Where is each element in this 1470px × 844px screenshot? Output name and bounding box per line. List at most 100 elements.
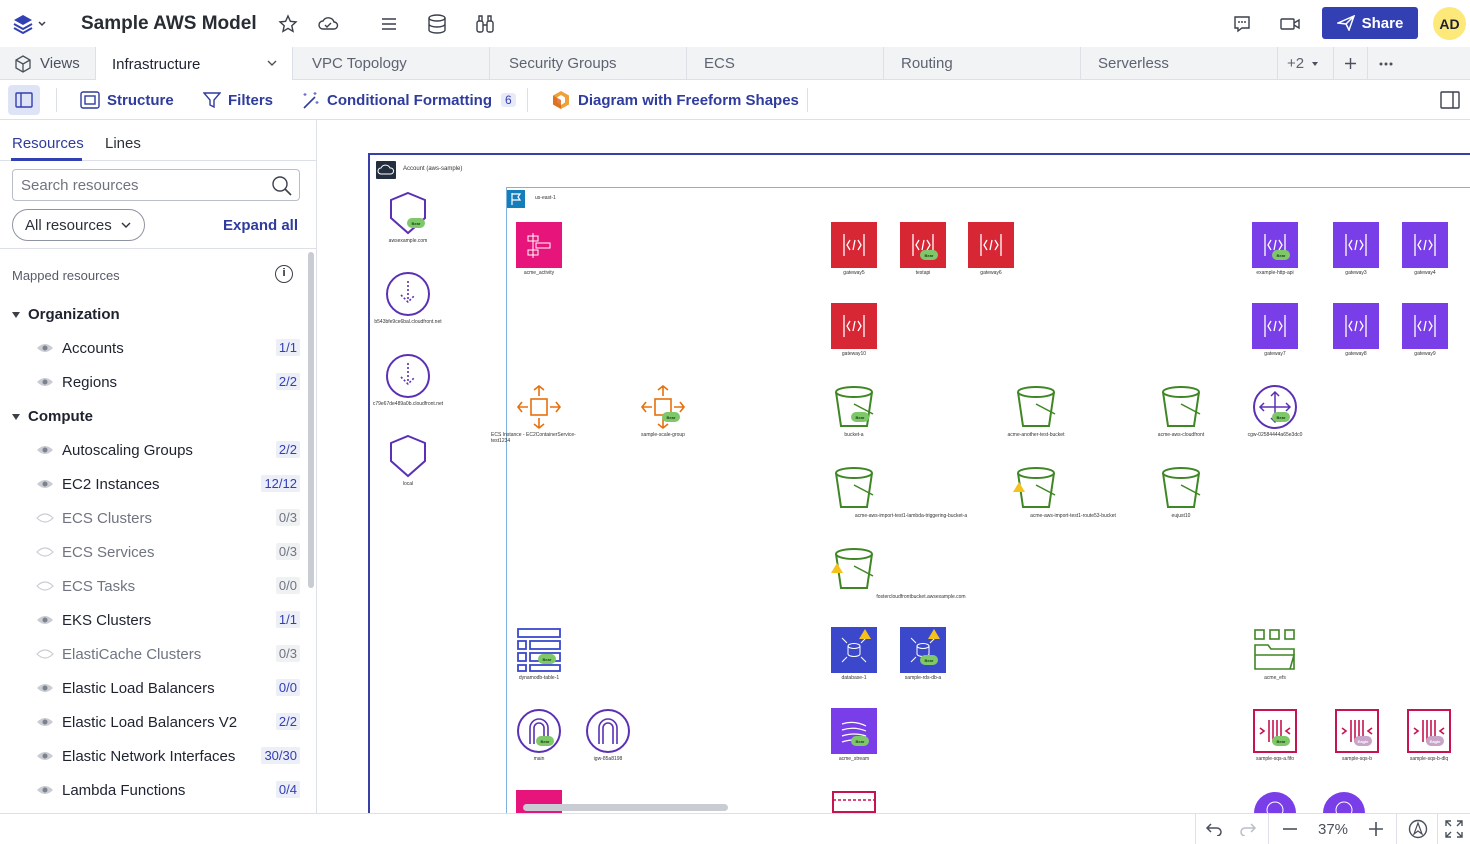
eye-icon[interactable] [36,478,54,490]
hamburger-menu-icon[interactable] [377,12,401,36]
tab-resources[interactable]: Resources [12,135,84,152]
api-gateway-node[interactable]: Bear testapi [900,222,946,276]
sidebar-toggle-button[interactable] [8,85,40,115]
redo-button[interactable] [1233,814,1263,844]
resource-row-ecs-tasks[interactable]: ECS Tasks 0/0 [36,575,300,597]
rds-instance-node[interactable]: Bear sample-rds-db-a [900,627,946,681]
eye-icon[interactable] [36,614,54,626]
api-gateway-v2-node[interactable]: gateway9 [1402,303,1448,357]
sidebar-scrollbar[interactable] [308,252,314,588]
resource-row-regions[interactable]: Regions 2/2 [36,371,300,393]
conditional-formatting-button[interactable]: Conditional Formatting 6 [300,80,516,120]
binoculars-icon[interactable] [473,12,497,36]
search-input[interactable]: Search resources [12,169,300,201]
s3-bucket-node[interactable]: eujust10 [1158,465,1204,519]
eye-hidden-icon[interactable] [36,580,54,592]
s3-bucket-node[interactable]: fostercloudfrontbucket.awsexample.com [831,546,966,600]
tab-infrastructure[interactable]: Infrastructure [95,47,292,81]
eye-icon[interactable] [36,444,54,456]
more-tabs-dropdown[interactable]: +2 [1277,47,1333,80]
info-icon[interactable]: i [275,265,293,283]
eye-hidden-icon[interactable] [36,648,54,660]
resource-row-ecs-services[interactable]: ECS Services 0/3 [36,541,300,563]
cloud-saved-icon[interactable] [316,12,340,36]
add-tab-button[interactable] [1333,47,1367,80]
sqs-queue-node[interactable]: Bear sample-sqs-a.fifo [1252,708,1298,762]
resource-row-lambda-functions[interactable]: Lambda Functions 0/4 [36,779,300,801]
comment-icon[interactable] [1230,12,1254,36]
cloudfront-node[interactable]: b543bfe9ce6bal.cloudfront.net [374,271,442,325]
zoom-out-button[interactable] [1276,814,1304,844]
api-gateway-v2-node[interactable]: gateway3 [1333,222,1379,276]
eye-hidden-icon[interactable] [36,546,54,558]
api-gateway-v2-node[interactable]: gateway4 [1402,222,1448,276]
s3-bucket-node[interactable]: acme-another-test-bucket [1008,384,1064,438]
undo-button[interactable] [1199,814,1229,844]
resource-row-elastic-load-balancers-v2[interactable]: Elastic Load Balancers V2 2/2 [36,711,300,733]
eye-icon[interactable] [36,376,54,388]
s3-bucket-node[interactable]: acme-aws-cloudfront [1158,384,1204,438]
expand-all-button[interactable]: Expand all [223,217,298,234]
resource-row-ec2-instances[interactable]: EC2 Instances 12/12 [36,473,300,495]
internet-gateway-node[interactable]: Bear main [516,708,562,762]
s3-bucket-node[interactable]: Bear bucket-a [831,384,877,438]
structure-button[interactable]: Structure [80,80,174,120]
fullscreen-button[interactable] [1440,814,1468,844]
eye-icon[interactable] [36,342,54,354]
tab-lines[interactable]: Lines [105,135,141,152]
tab-options-button[interactable] [1367,47,1407,80]
database-icon[interactable] [425,12,449,36]
autoscaling-group-node[interactable]: Bear sample-scale-group [640,384,686,438]
diagram-canvas[interactable]: Account (aws-sample) Bear awsexample.com… [318,120,1470,813]
sqs-queue-node[interactable]: Eagle sample-sqs-b-dlq [1406,708,1452,762]
zoom-in-button[interactable] [1362,814,1390,844]
ec2-instance-node[interactable]: ECS Instance - EC2ContainerService-test1… [491,384,576,444]
user-avatar[interactable]: AD [1433,7,1466,40]
partial-resource-node[interactable] [1321,790,1367,813]
api-gateway-v2-node[interactable]: gateway7 [1252,303,1298,357]
api-gateway-v2-node[interactable]: gateway8 [1333,303,1379,357]
partial-resource-node[interactable] [1252,790,1298,813]
eye-hidden-icon[interactable] [36,512,54,524]
chevron-down-icon[interactable] [266,57,278,69]
step-function-node[interactable]: acme_activity [516,222,562,276]
resource-row-accounts[interactable]: Accounts 1/1 [36,337,300,359]
right-panel-toggle-icon[interactable] [1438,88,1462,112]
resource-row-eks-clusters[interactable]: EKS Clusters 1/1 [36,609,300,631]
api-gateway-node[interactable]: gateway10 [831,303,877,357]
zoom-level[interactable]: 37% [1308,814,1358,844]
route53-zone-node[interactable]: local [382,433,434,487]
diagram-selector[interactable]: Diagram with Freeform Shapes [551,80,799,120]
tab-serverless[interactable]: Serverless [1080,47,1277,80]
api-gateway-node[interactable]: gateway5 [831,222,877,276]
dynamodb-table-node[interactable]: Bear dynamodb-table-1 [516,627,562,681]
resource-row-elastic-network-interfaces[interactable]: Elastic Network Interfaces 30/30 [36,745,300,767]
customer-gateway-node[interactable]: Bear cgw-02584444a65e3dc0 [1248,384,1302,438]
share-button[interactable]: Share [1322,7,1418,39]
api-gateway-node[interactable]: gateway6 [968,222,1014,276]
tab-routing[interactable]: Routing [883,47,1080,80]
tab-ecs[interactable]: ECS [686,47,883,80]
eye-icon[interactable] [36,784,54,796]
kinesis-stream-node[interactable]: Bear acme_stream [831,708,877,762]
route53-zone-node[interactable]: Bear awsexample.com [382,190,434,244]
document-title[interactable]: Sample AWS Model [81,13,257,35]
rds-instance-node[interactable]: database-1 [831,627,877,681]
resource-row-elasticache-clusters[interactable]: ElastiCache Clusters 0/3 [36,643,300,665]
video-icon[interactable] [1278,12,1302,36]
eye-icon[interactable] [36,750,54,762]
navigation-button[interactable] [1403,814,1433,844]
cloudfront-node[interactable]: c79e67de489a0b.cloudfront.net [373,353,443,407]
tab-vpc-topology[interactable]: VPC Topology [292,47,489,80]
s3-bucket-node[interactable]: acme-aws-import-test1-route53-bucket [1013,465,1116,519]
tab-security-groups[interactable]: Security Groups [489,47,686,80]
eye-icon[interactable] [36,682,54,694]
region-container[interactable] [506,187,1470,813]
filters-button[interactable]: Filters [203,80,273,120]
group-organization[interactable]: Organization [12,306,120,323]
eye-icon[interactable] [36,716,54,728]
resource-row-elastic-load-balancers[interactable]: Elastic Load Balancers 0/0 [36,677,300,699]
resource-row-autoscaling-groups[interactable]: Autoscaling Groups 2/2 [36,439,300,461]
group-compute[interactable]: Compute [12,408,93,425]
api-gateway-v2-node[interactable]: Bear example-http-api [1252,222,1298,276]
